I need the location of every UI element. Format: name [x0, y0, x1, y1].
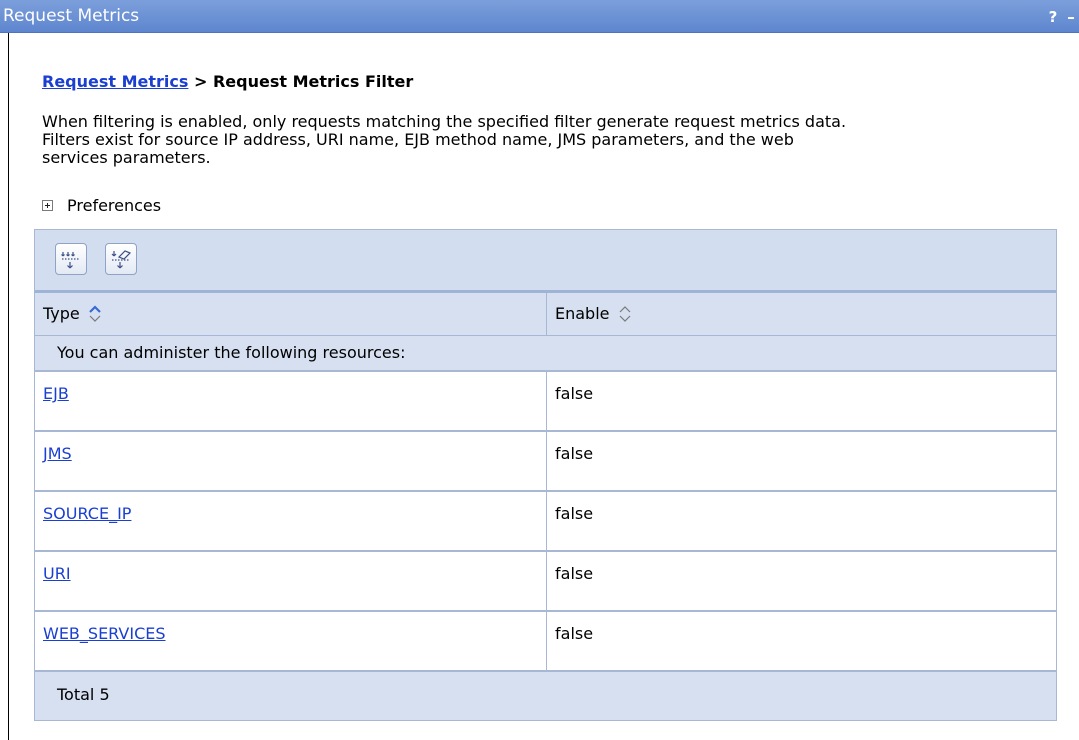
column-header-label: Type	[43, 304, 80, 323]
column-divider	[546, 293, 547, 335]
column-divider	[546, 432, 547, 490]
preferences-label: Preferences	[67, 196, 162, 215]
description-line: services parameters.	[42, 148, 211, 167]
column-header-enable[interactable]: Enable	[555, 293, 1050, 335]
table-row: URI false	[35, 552, 1056, 612]
resource-link-uri[interactable]: URI	[43, 564, 71, 583]
content-left-border	[8, 33, 9, 740]
enable-cell: false	[555, 504, 594, 523]
resource-link-web-services[interactable]: WEB_SERVICES	[43, 624, 166, 643]
deselect-all-button[interactable]	[105, 243, 137, 275]
enable-cell: false	[555, 564, 594, 583]
type-cell: SOURCE_IP	[43, 492, 538, 550]
table-info-text: You can administer the following resourc…	[57, 343, 406, 362]
resource-link-jms[interactable]: JMS	[43, 444, 72, 463]
column-divider	[546, 552, 547, 610]
breadcrumb-separator: >	[188, 72, 213, 91]
enable-cell: false	[555, 384, 594, 403]
table-row: JMS false	[35, 432, 1056, 492]
page-description: When filtering is enabled, only requests…	[42, 113, 1062, 167]
sort-arrows-icon[interactable]	[618, 304, 632, 324]
table-header: Type Enable	[35, 290, 1056, 336]
window-titlebar: Request Metrics ? –	[0, 0, 1079, 33]
table-toolbar	[35, 230, 1056, 290]
column-divider	[546, 372, 547, 430]
select-all-icon	[61, 252, 80, 269]
help-icon[interactable]: ?	[1045, 8, 1061, 26]
resource-link-ejb[interactable]: EJB	[43, 384, 69, 403]
resource-link-source-ip[interactable]: SOURCE_IP	[43, 504, 131, 523]
type-cell: WEB_SERVICES	[43, 612, 538, 670]
minimize-icon[interactable]: –	[1063, 8, 1079, 26]
enable-cell: false	[555, 624, 594, 643]
breadcrumb: Request Metrics > Request Metrics Filter	[42, 72, 413, 91]
table-row: WEB_SERVICES false	[35, 612, 1056, 672]
breadcrumb-current: Request Metrics Filter	[212, 72, 414, 91]
expand-plus-icon[interactable]	[42, 200, 53, 211]
sort-arrows-icon[interactable]	[88, 304, 102, 324]
column-divider	[546, 492, 547, 550]
table-footer: Total 5	[35, 672, 1056, 720]
breadcrumb-link-request-metrics[interactable]: Request Metrics	[42, 72, 188, 91]
preferences-toggle[interactable]: Preferences	[42, 196, 161, 215]
type-cell: URI	[43, 552, 538, 610]
description-line: When filtering is enabled, only requests…	[42, 112, 847, 131]
deselect-all-icon	[111, 250, 132, 269]
window-title: Request Metrics	[3, 6, 140, 26]
type-cell: EJB	[43, 372, 538, 430]
column-header-label: Enable	[555, 304, 610, 323]
type-cell: JMS	[43, 432, 538, 490]
total-count: Total 5	[57, 685, 110, 704]
description-line: Filters exist for source IP address, URI…	[42, 130, 794, 149]
table-row: SOURCE_IP false	[35, 492, 1056, 552]
table-row: EJB false	[35, 372, 1056, 432]
table-info-row: You can administer the following resourc…	[35, 336, 1056, 372]
select-all-button[interactable]	[55, 243, 87, 275]
resources-table: Type Enable You can administer the follo…	[34, 229, 1057, 721]
enable-cell: false	[555, 444, 594, 463]
column-divider	[546, 612, 547, 670]
column-header-type[interactable]: Type	[43, 293, 538, 335]
